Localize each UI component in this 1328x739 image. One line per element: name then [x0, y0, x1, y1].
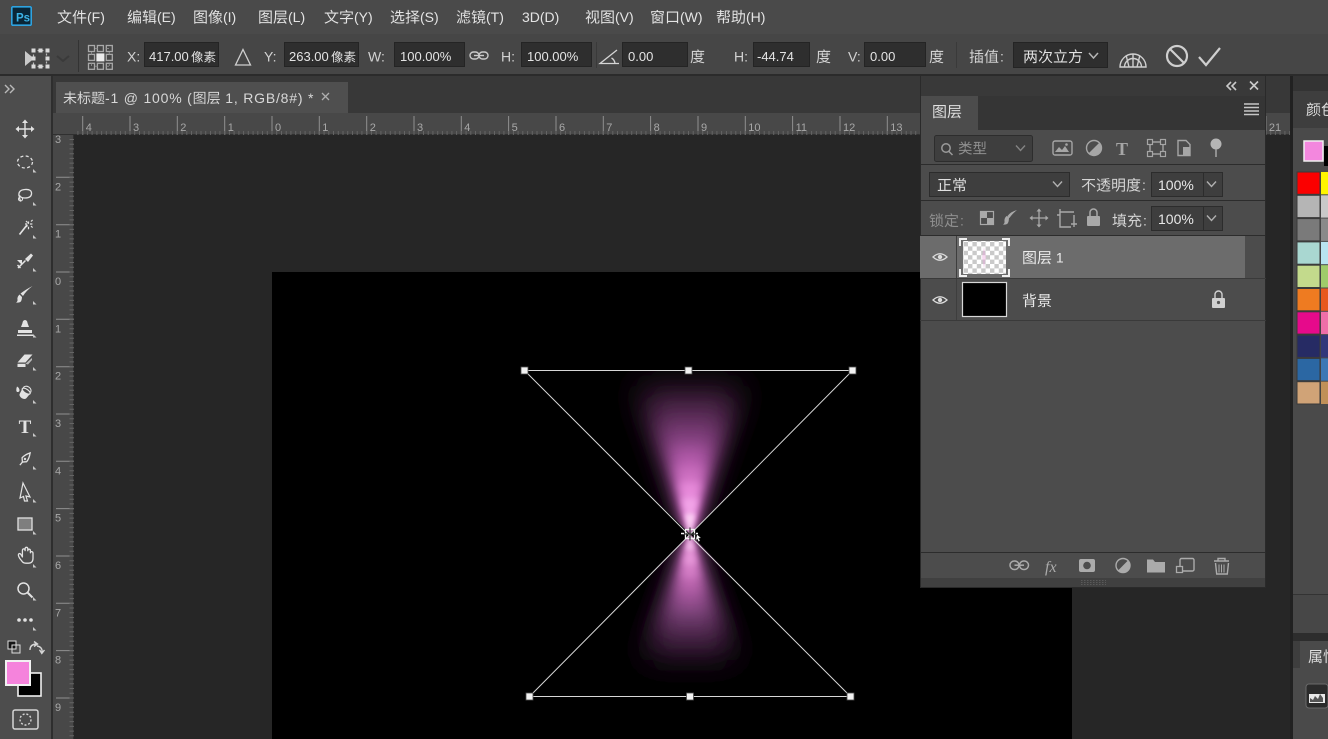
svg-text:(L): (L): [288, 9, 305, 25]
svg-text:0.00: 0.00: [870, 49, 895, 64]
svg-text:100%: 100%: [1158, 211, 1194, 227]
svg-text:fx: fx: [1045, 559, 1057, 576]
svg-text:H:: H:: [501, 49, 515, 65]
svg-text:2: 2: [55, 371, 61, 383]
svg-text:8: 8: [654, 122, 660, 134]
svg-text:3: 3: [55, 134, 61, 146]
svg-text:(E): (E): [157, 9, 176, 25]
svg-text:100%: 100%: [1158, 177, 1194, 193]
svg-text:(I): (I): [223, 9, 236, 25]
svg-text:T: T: [1116, 139, 1128, 159]
svg-text:1: 1: [228, 122, 234, 134]
svg-text:X:: X:: [127, 49, 140, 65]
svg-text:0: 0: [55, 276, 61, 288]
svg-text:0.00: 0.00: [628, 49, 653, 64]
svg-text:7: 7: [606, 122, 612, 134]
svg-text:0: 0: [275, 122, 281, 134]
svg-text:1: 1: [55, 323, 61, 335]
svg-text:4: 4: [55, 465, 61, 477]
svg-text:-44.74: -44.74: [757, 49, 794, 64]
svg-text:2: 2: [180, 122, 186, 134]
svg-text:1: 1: [1052, 250, 1064, 266]
svg-text::: :: [1143, 213, 1147, 229]
svg-text:4: 4: [464, 122, 470, 134]
svg-text:-1 @ 100% (: -1 @ 100% (: [105, 90, 193, 106]
svg-text:T: T: [19, 417, 32, 438]
svg-text:5: 5: [512, 122, 518, 134]
svg-text:7: 7: [55, 607, 61, 619]
svg-text:9: 9: [55, 702, 61, 714]
svg-text:417.00: 417.00: [149, 49, 189, 64]
svg-text:Ps: Ps: [16, 13, 30, 25]
svg-text:9: 9: [701, 122, 707, 134]
svg-text:1, RGB/8#) *: 1, RGB/8#) *: [221, 90, 315, 106]
svg-text:3D(D): 3D(D): [522, 9, 559, 25]
svg-text:2: 2: [55, 181, 61, 193]
svg-text:(W): (W): [680, 9, 703, 25]
svg-text:6: 6: [559, 122, 565, 134]
svg-text:V:: V:: [848, 49, 861, 65]
svg-text:100.00%: 100.00%: [527, 49, 579, 64]
svg-text:4: 4: [86, 122, 92, 134]
svg-text::: :: [1000, 49, 1004, 65]
svg-text:5: 5: [55, 513, 61, 525]
svg-text:2: 2: [370, 122, 376, 134]
svg-text:3: 3: [133, 122, 139, 134]
svg-text:H:: H:: [734, 49, 748, 65]
svg-text:(H): (H): [746, 9, 765, 25]
svg-text:1: 1: [55, 229, 61, 241]
svg-text:3: 3: [55, 418, 61, 430]
svg-text:263.00: 263.00: [289, 49, 329, 64]
svg-text:(V): (V): [615, 9, 634, 25]
svg-text:1: 1: [322, 122, 328, 134]
svg-text:(S): (S): [420, 9, 439, 25]
svg-text::: :: [1142, 177, 1146, 193]
svg-text:(Y): (Y): [354, 9, 373, 25]
svg-text:(F): (F): [87, 9, 105, 25]
svg-text:6: 6: [55, 560, 61, 572]
svg-text:(T): (T): [486, 9, 504, 25]
svg-text::: :: [960, 213, 964, 229]
svg-text:100.00%: 100.00%: [400, 49, 452, 64]
svg-text:8: 8: [55, 655, 61, 667]
svg-text:Y:: Y:: [264, 49, 276, 65]
svg-text:W:: W:: [368, 49, 385, 65]
svg-text:3: 3: [417, 122, 423, 134]
